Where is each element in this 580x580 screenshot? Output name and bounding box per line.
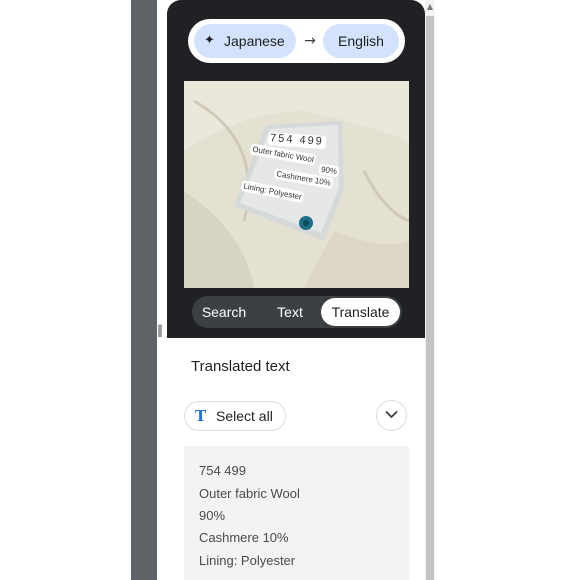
tab-translate[interactable]: Translate	[321, 298, 400, 326]
translated-line: 90%	[199, 508, 226, 523]
scrollbar-thumb[interactable]	[426, 16, 434, 580]
translated-text-title: Translated text	[191, 358, 290, 375]
language-selector: ✦ Japanese → English	[188, 19, 405, 63]
translated-line: 754 499	[199, 463, 246, 478]
lens-header-area: ✦ Japanese → English 754 499 Outer fabri…	[167, 0, 425, 338]
scroll-up-arrow-icon[interactable]: ▲	[425, 2, 435, 12]
sparkle-icon: ✦	[204, 33, 215, 48]
source-language-chip[interactable]: ✦ Japanese	[194, 24, 296, 58]
select-all-label: Select all	[216, 408, 273, 424]
resize-handle-icon[interactable]: ‖	[157, 323, 167, 337]
background-sidebar-strip	[131, 0, 157, 580]
mode-tabs: Search Text Translate	[192, 296, 402, 328]
tab-text[interactable]: Text	[260, 296, 320, 328]
google-lens-panel: ✦ Japanese → English 754 499 Outer fabri…	[167, 0, 425, 580]
arrow-right-icon: →	[304, 33, 316, 49]
translated-line: Cashmere 10%	[199, 530, 289, 545]
select-all-button[interactable]: T Select all	[184, 401, 286, 431]
tab-search[interactable]: Search	[194, 296, 254, 328]
expand-button[interactable]	[376, 400, 407, 431]
captured-photo: 754 499 Outer fabric Wool 90% Cashmere 1…	[184, 81, 409, 288]
translated-text-box: 754 499 Outer fabric Wool 90% Cashmere 1…	[184, 446, 409, 580]
translated-line: Outer fabric Wool	[199, 486, 300, 501]
text-format-icon: T	[195, 407, 207, 425]
target-language-chip[interactable]: English	[323, 24, 399, 58]
source-language-label: Japanese	[224, 33, 285, 49]
chevron-down-icon	[385, 411, 398, 419]
translated-line: Lining: Polyester	[199, 553, 296, 568]
